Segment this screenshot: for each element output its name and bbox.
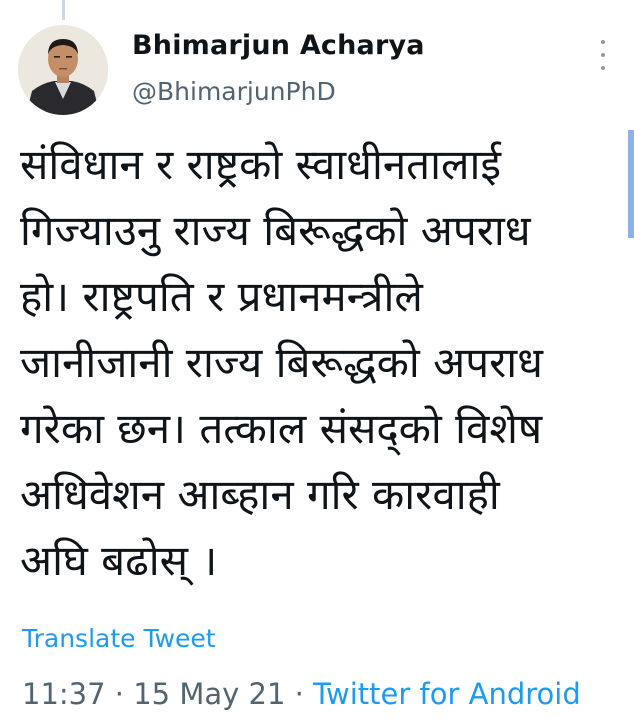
tweet-text: संविधान र राष्ट्रको स्वाधीनतालाई गिज्याउ… <box>20 132 610 594</box>
tweet-text-line: संविधान र राष्ट्रको स्वाधीनतालाई <box>20 140 501 189</box>
meta-separator: · <box>285 677 314 711</box>
dot <box>601 40 605 44</box>
tweet-text-line: हो। राष्ट्रपति र प्रधानमन्त्रीले <box>20 272 423 321</box>
tweet-text-line: गिज्याउनु राज्य बिरूद्धको अपराध <box>20 206 531 255</box>
translate-tweet-link[interactable]: Translate Tweet <box>22 624 216 653</box>
tweet-container: Bhimarjun Acharya @BhimarjunPhD संविधान … <box>0 0 634 720</box>
author-handle[interactable]: @BhimarjunPhD <box>132 77 336 106</box>
tweet-time[interactable]: 11:37 <box>22 677 106 711</box>
tweet-text-line: जानीजानी राज्य बिरूद्धको अपराध <box>20 338 543 387</box>
tweet-text-line: अधिवेशन आब्हान गरि कारवाही <box>20 470 500 519</box>
meta-separator: · <box>105 677 134 711</box>
author-name[interactable]: Bhimarjun Acharya <box>132 30 425 61</box>
tweet-text-line: गरेका छन। तत्काल संसद्को विशेष <box>20 404 543 453</box>
profile-photo-icon <box>18 25 108 115</box>
dot <box>601 66 605 70</box>
dot <box>601 53 605 57</box>
avatar[interactable] <box>18 25 108 115</box>
thread-connector-line <box>62 0 65 20</box>
tweet-source-link[interactable]: Twitter for Android <box>313 677 581 711</box>
scrollbar[interactable] <box>628 130 634 238</box>
tweet-date[interactable]: 15 May 21 <box>133 677 285 711</box>
more-options-icon[interactable] <box>598 40 608 70</box>
tweet-text-line: अघि बढोस् । <box>20 536 218 585</box>
tweet-metadata: 11:37 · 15 May 21 · Twitter for Android <box>22 677 581 711</box>
